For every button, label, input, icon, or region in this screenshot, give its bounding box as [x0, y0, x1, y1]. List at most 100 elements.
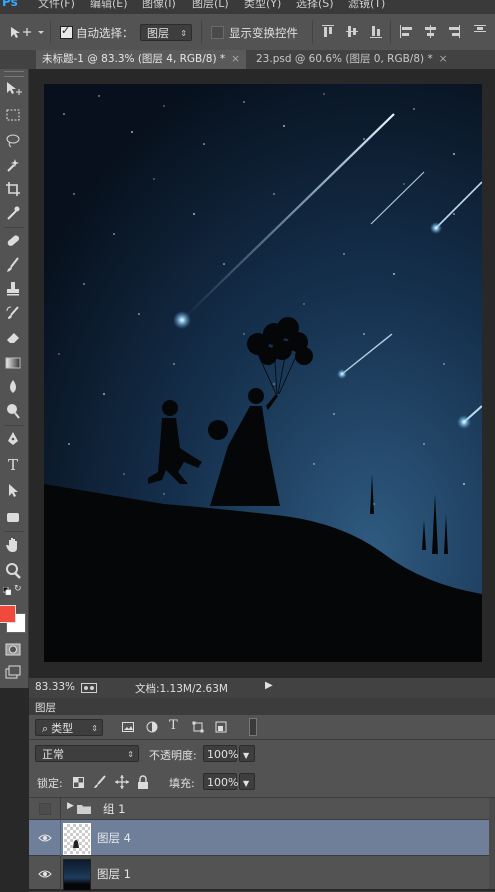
filter-smart-objects-icon[interactable] — [215, 721, 227, 733]
layer-name[interactable]: 组 1 — [103, 801, 125, 817]
eraser-tool-icon[interactable] — [3, 327, 23, 347]
move-tool-icon[interactable] — [3, 79, 23, 99]
align-top-icon[interactable] — [322, 25, 334, 38]
layers-scrollbar[interactable] — [489, 798, 495, 889]
auto-select-checkbox[interactable] — [60, 24, 73, 39]
chevron-down-icon: ▼ — [243, 779, 250, 788]
opacity-label: 不透明度: — [149, 749, 197, 762]
layer-filter-dropdown[interactable]: ⌕ 类型 ⇕ — [35, 719, 103, 736]
filter-pixel-layers-icon[interactable] — [122, 721, 134, 733]
zoom-level[interactable]: 83.33% — [35, 681, 75, 693]
filter-shape-layers-icon[interactable] — [192, 721, 204, 733]
swap-colors-icon[interactable]: ↻ — [14, 585, 23, 594]
dropdown-arrows-icon: ⇕ — [127, 750, 134, 759]
screen-mode-icon[interactable] — [3, 663, 23, 683]
pen-tool-icon[interactable] — [3, 429, 23, 449]
panel-grip[interactable] — [4, 71, 24, 77]
divider — [312, 20, 313, 44]
move-tool-preset-picker[interactable] — [8, 24, 44, 40]
filter-type-layers-icon[interactable]: T — [169, 718, 178, 733]
clone-stamp-tool-icon[interactable] — [3, 279, 23, 299]
history-brush-tool-icon[interactable] — [3, 303, 23, 323]
fill-input[interactable]: 100% — [203, 773, 238, 790]
divider — [4, 425, 24, 426]
photoshop-logo: Ps — [2, 0, 18, 9]
blur-tool-icon[interactable] — [3, 377, 23, 397]
rectangle-tool-icon[interactable] — [3, 507, 23, 527]
blend-mode-dropdown[interactable]: 正常 ⇕ — [35, 745, 139, 762]
divider — [4, 227, 24, 228]
crop-tool-icon[interactable] — [3, 179, 23, 199]
distribute-top-icon[interactable] — [474, 25, 486, 38]
align-right-icon[interactable] — [448, 25, 460, 38]
foreground-color-swatch[interactable] — [0, 605, 16, 623]
align-bottom-icon[interactable] — [370, 25, 382, 38]
layer-row-group-1[interactable]: ▶ 组 1 — [29, 798, 495, 820]
close-icon[interactable]: × — [231, 53, 240, 65]
type-tool-icon[interactable]: T — [3, 455, 23, 475]
align-horizontal-center-icon[interactable] — [424, 25, 436, 38]
default-colors-icon[interactable] — [2, 585, 12, 596]
align-vertical-center-icon[interactable] — [346, 25, 358, 38]
menu-filter[interactable]: 滤镜(T) — [348, 0, 385, 11]
visibility-toggle-empty[interactable] — [39, 803, 51, 815]
quick-mask-icon[interactable] — [3, 639, 23, 659]
hand-tool-icon[interactable] — [3, 535, 23, 555]
auto-select-target-dropdown[interactable]: 图层 ⇕ — [140, 24, 192, 41]
quick-selection-tool-icon[interactable] — [3, 155, 23, 175]
menu-edit[interactable]: 编辑(E) — [90, 0, 128, 11]
document-canvas[interactable] — [44, 84, 483, 662]
tools-panel: T ↻ — [0, 69, 29, 688]
eye-icon[interactable] — [38, 869, 52, 879]
fill-slider-button[interactable]: ▼ — [239, 773, 255, 790]
divider — [201, 20, 202, 44]
layer-name[interactable]: 图层 4 — [97, 830, 131, 846]
menu-layer[interactable]: 图层(L) — [192, 0, 229, 11]
dodge-tool-icon[interactable] — [3, 401, 23, 421]
opacity-input[interactable]: 100% — [203, 745, 238, 762]
folder-icon — [77, 804, 91, 814]
zoom-tool-icon[interactable] — [3, 561, 23, 581]
status-info-icon[interactable] — [81, 683, 97, 693]
filter-adjustment-layers-icon[interactable] — [146, 721, 158, 733]
status-menu-arrow-icon[interactable]: ▶ — [265, 680, 273, 691]
lock-image-pixels-icon[interactable] — [93, 775, 107, 789]
healing-brush-tool-icon[interactable] — [3, 231, 23, 251]
layer-row-layer-4[interactable]: 图层 4 — [29, 820, 495, 856]
eyedropper-tool-icon[interactable] — [3, 203, 23, 223]
lock-transparent-pixels-icon[interactable] — [73, 777, 84, 788]
menu-bar: Ps 文件(F) 编辑(E) 图像(I) 图层(L) 类型(Y) 选择(S) 滤… — [0, 0, 495, 14]
layer-name[interactable]: 图层 1 — [97, 866, 131, 882]
lock-position-icon[interactable] — [115, 775, 129, 789]
layers-panel: 图层 ⌕ 类型 ⇕ T 正常 ⇕ 不透明度: 100% ▼ 锁定: 填充: 10… — [29, 698, 495, 892]
gradient-tool-icon[interactable] — [3, 353, 23, 373]
layer-row-layer-1[interactable]: 图层 1 — [29, 856, 495, 892]
brush-tool-icon[interactable] — [3, 255, 23, 275]
opacity-slider-button[interactable]: ▼ — [239, 745, 255, 762]
menu-image[interactable]: 图像(I) — [142, 0, 176, 11]
tab-23-psd[interactable]: 23.psd @ 60.6% (图层 0, RGB/8) * × — [250, 50, 450, 69]
document-size: 文档:1.13M/2.63M — [135, 683, 228, 695]
divider — [60, 856, 61, 892]
show-transform-controls-label: 显示变换控件 — [229, 26, 298, 40]
menu-file[interactable]: 文件(F) — [38, 0, 75, 11]
divider — [390, 20, 391, 44]
filter-toggle-switch[interactable] — [249, 718, 257, 736]
tab-untitled-1[interactable]: 未标题-1 @ 83.3% (图层 4, RGB/8) * × — [36, 50, 246, 69]
layers-panel-tab[interactable]: 图层 — [29, 699, 495, 715]
expand-group-chevron-icon[interactable]: ▶ — [67, 801, 74, 811]
divider — [29, 739, 495, 740]
menu-select[interactable]: 选择(S) — [296, 0, 334, 11]
options-bar: 自动选择： 图层 ⇕ 显示变换控件 — [0, 14, 495, 51]
show-transform-controls-checkbox[interactable] — [211, 26, 224, 39]
lock-all-icon[interactable] — [137, 775, 149, 789]
fill-label: 填充: — [169, 777, 195, 790]
eye-icon[interactable] — [38, 833, 52, 843]
marquee-tool-icon[interactable] — [3, 105, 23, 125]
menu-type[interactable]: 类型(Y) — [244, 0, 281, 11]
path-selection-tool-icon[interactable] — [3, 481, 23, 501]
close-icon[interactable]: × — [439, 53, 448, 65]
tab-label: 未标题-1 @ 83.3% (图层 4, RGB/8) * — [42, 53, 226, 65]
align-left-icon[interactable] — [400, 25, 412, 38]
lasso-tool-icon[interactable] — [3, 131, 23, 151]
